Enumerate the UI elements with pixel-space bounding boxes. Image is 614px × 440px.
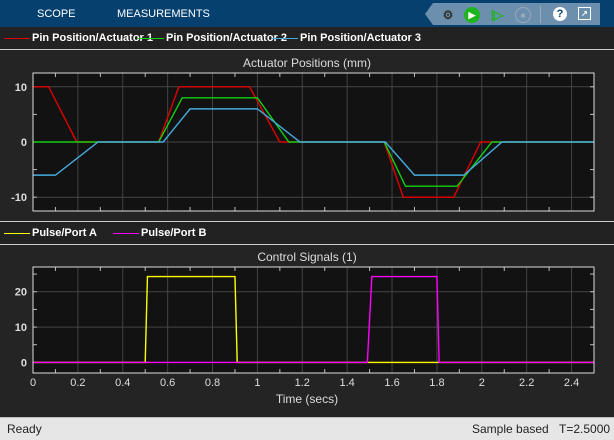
y-tick-label: 0 bbox=[21, 137, 27, 149]
x-tick-label: 0.4 bbox=[115, 377, 130, 389]
y-tick-label: 10 bbox=[15, 82, 27, 94]
x-tick-label: 1 bbox=[254, 377, 260, 389]
x-tick-label: 1.4 bbox=[340, 377, 355, 389]
x-tick-label: 1.6 bbox=[384, 377, 399, 389]
x-tick-label: 1.8 bbox=[429, 377, 444, 389]
y-tick-label: 0 bbox=[21, 357, 27, 369]
x-tick-label: 2.4 bbox=[564, 377, 579, 389]
y-tick-label: -10 bbox=[11, 192, 27, 204]
y-tick-label: 20 bbox=[15, 287, 27, 299]
plots-canvas[interactable]: -10 0 10 0 0.2 0.4 0.6 0.8 1 1.2 1.4 1.6 1.8 2 2.2 2.4 0… bbox=[0, 0, 614, 417]
x-tick-label: 0.6 bbox=[160, 377, 175, 389]
status-mode: Sample based bbox=[472, 422, 549, 436]
y-tick-label: 10 bbox=[15, 322, 27, 334]
status-text: Ready bbox=[7, 422, 42, 436]
x-tick-label: 2 bbox=[479, 377, 485, 389]
x-tick-label: 2.2 bbox=[519, 377, 534, 389]
status-bar: Ready Sample based T=2.5000 bbox=[0, 417, 614, 440]
x-tick-label: 0.2 bbox=[70, 377, 85, 389]
x-tick-label: 0 bbox=[30, 377, 36, 389]
x-tick-label: 1.2 bbox=[295, 377, 310, 389]
status-time: T=2.5000 bbox=[559, 422, 611, 436]
plot-area bbox=[33, 267, 594, 373]
x-tick-label: 0.8 bbox=[205, 377, 220, 389]
